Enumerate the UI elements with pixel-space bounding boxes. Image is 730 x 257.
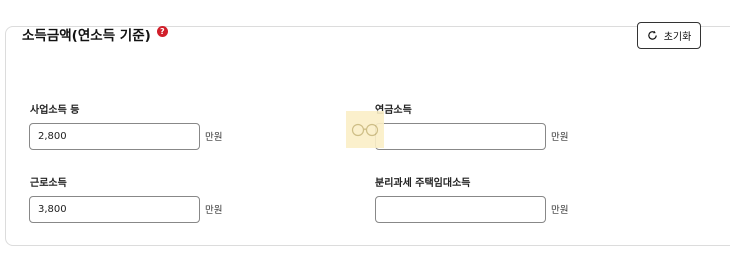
help-icon[interactable]: ? [156,25,168,37]
reset-label: 초기화 [663,32,692,43]
rental-income-label: 분리과세 주택임대소득 [375,178,471,189]
pension-income-input[interactable] [375,123,546,150]
business-income-label: 사업소득 등 [30,105,80,116]
section-header: 소득금액(연소득 기준) ? [22,24,168,44]
earned-income-input[interactable]: 3,800 [29,196,200,223]
reset-button[interactable]: 초기화 [637,22,701,49]
business-income-unit: 만원 [205,132,223,143]
glasses-logo-icon [346,111,384,148]
earned-income-unit: 만원 [205,205,223,216]
pension-income-unit: 만원 [551,132,569,143]
section-title: 소득금액(연소득 기준) [22,28,151,44]
earned-income-label: 근로소득 [30,178,67,189]
business-income-input[interactable]: 2,800 [29,123,200,150]
rental-income-input[interactable] [375,196,546,223]
rental-income-unit: 만원 [551,205,569,216]
refresh-icon [647,30,657,40]
